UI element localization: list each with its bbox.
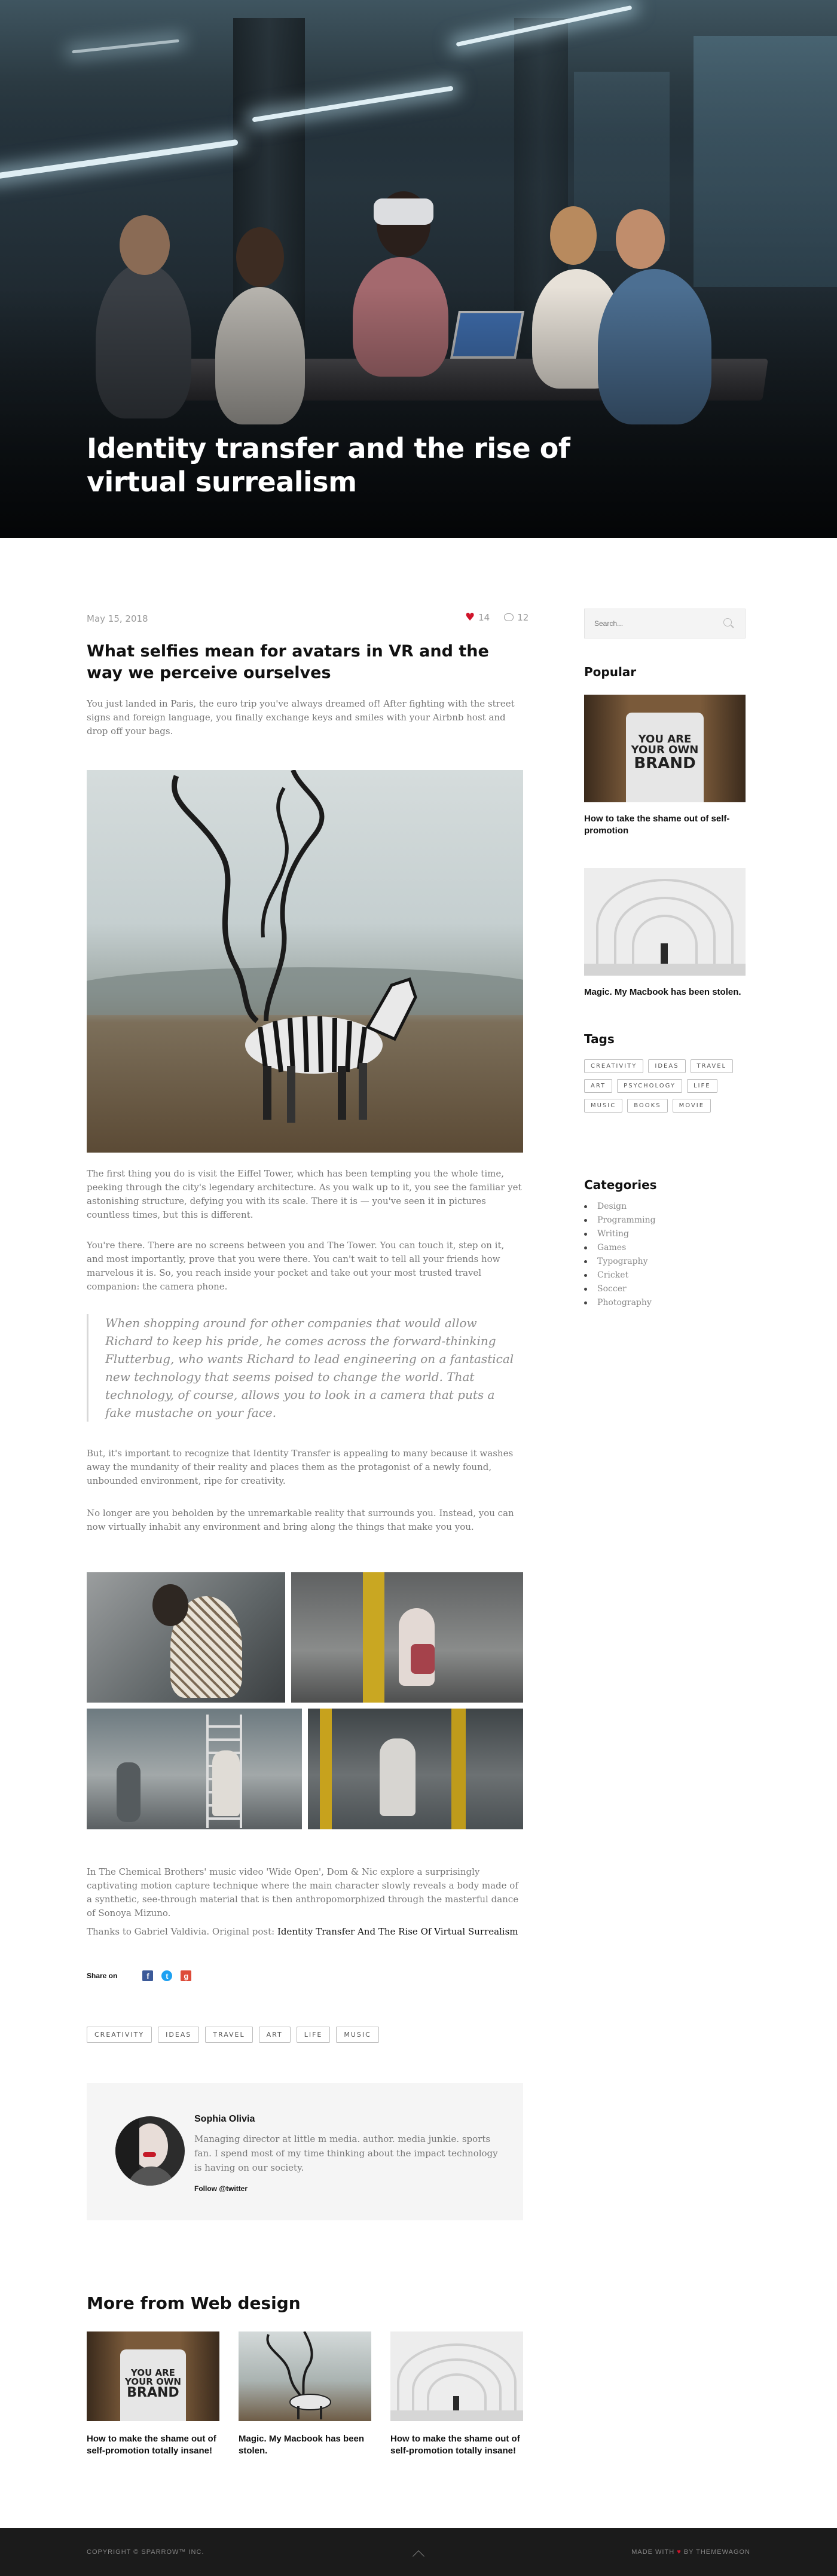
popular-heading: Popular (584, 665, 637, 679)
share-label: Share on (87, 1972, 118, 1980)
post-tag[interactable]: LIFE (296, 2027, 331, 2043)
search-input[interactable] (585, 609, 746, 638)
card-title[interactable]: How to make the shame out of self-promot… (390, 2433, 523, 2457)
post-tag[interactable]: TRAVEL (205, 2027, 253, 2043)
original-post-link[interactable]: Identity Transfer And The Rise Of Virtua… (277, 1926, 518, 1937)
popular-image: YOU ARE YOUR OWN BRAND (584, 695, 746, 802)
categories-list: Design Programming Writing Games Typogra… (584, 1200, 656, 1310)
post-tag[interactable]: MUSIC (336, 2027, 379, 2043)
sidebar-tag[interactable]: TRAVEL (690, 1059, 734, 1073)
post-paragraph-3: But, it's important to recognize that Id… (87, 1448, 514, 1486)
popular-item[interactable]: Magic. My Macbook has been stolen. (584, 868, 746, 998)
hero-title: Identity transfer and the rise of virtua… (87, 432, 570, 498)
credit-line: Thanks to Gabriel Valdivia. Original pos… (87, 1926, 523, 1937)
footer: COPYRIGHT © SPARROW™ INC. MADE WITH ♥ BY… (0, 2528, 837, 2576)
post-tag[interactable]: CREATIVITY (87, 2027, 152, 2043)
card-title[interactable]: Magic. My Macbook has been stolen. (239, 2433, 371, 2457)
sidebar-tag[interactable]: PSYCHOLOGY (617, 1079, 682, 1093)
tags-heading: Tags (584, 1032, 615, 1046)
more-card[interactable]: YOU ARE YOUR OWN BRAND How to make the s… (87, 2331, 219, 2457)
more-card[interactable]: Magic. My Macbook has been stolen. (239, 2331, 371, 2457)
category-item[interactable]: Photography (584, 1296, 656, 1310)
more-section-title: More from Web design (87, 2293, 301, 2313)
gallery-image-2[interactable] (291, 1572, 523, 1703)
popular-image (584, 868, 746, 976)
gallery-image-1[interactable] (87, 1572, 285, 1703)
category-item[interactable]: Typography (584, 1255, 656, 1269)
post-tag[interactable]: IDEAS (158, 2027, 200, 2043)
more-card[interactable]: How to make the shame out of self-promot… (390, 2331, 523, 2457)
sidebar-tag[interactable]: IDEAS (648, 1059, 686, 1073)
made-prefix: MADE WITH (631, 2549, 677, 2556)
category-item[interactable]: Games (584, 1241, 656, 1255)
hero-image: Identity transfer and the rise of virtua… (0, 0, 837, 538)
comment-icon (504, 613, 514, 621)
card-image (390, 2331, 523, 2421)
credit-prefix: Thanks to Gabriel Valdivia. Original pos… (87, 1926, 277, 1937)
sidebar-tag[interactable]: LIFE (686, 1079, 717, 1093)
category-item[interactable]: Writing (584, 1227, 656, 1241)
post-paragraph-1: The first thing you do is visit the Eiff… (87, 1168, 522, 1220)
share-bar: Share on f t g (87, 1970, 192, 1981)
category-item[interactable]: Design (584, 1200, 656, 1214)
shirt-text: BRAND (127, 2385, 179, 2400)
post-paragraph-4: No longer are you beholden by the unrema… (87, 1508, 514, 1532)
post-intro: You just landed in Paris, the euro trip … (87, 698, 515, 737)
post-paragraph-2: You're there. There are no screens betwe… (87, 1240, 505, 1292)
sidebar-tag[interactable]: MOVIE (672, 1099, 711, 1113)
category-item[interactable]: Soccer (584, 1282, 656, 1296)
post-tags: CREATIVITY IDEAS TRAVEL ART LIFE MUSIC (87, 2027, 379, 2043)
search-box (584, 609, 746, 638)
follow-link[interactable]: Follow @twitter (194, 2184, 248, 2193)
author-bio: Managing director at little m media. aut… (194, 2134, 498, 2173)
post-stats: ♥ 14 12 (465, 611, 529, 624)
gallery-image-3[interactable] (87, 1709, 302, 1829)
facebook-icon[interactable]: f (142, 1970, 154, 1981)
sidebar-tag[interactable]: ART (584, 1079, 613, 1093)
like-count: 14 (478, 612, 490, 623)
post-paragraph-5: In The Chemical Brothers' music video 'W… (87, 1866, 519, 1918)
categories-heading: Categories (584, 1178, 657, 1192)
google-plus-icon[interactable]: g (181, 1970, 192, 1981)
twitter-icon[interactable]: t (161, 1970, 173, 1981)
post-tag[interactable]: ART (258, 2027, 291, 2043)
post-subtitle: What selfies mean for avatars in VR and … (87, 642, 489, 682)
comment-button[interactable]: 12 (504, 611, 529, 624)
card-image: YOU ARE YOUR OWN BRAND (87, 2331, 219, 2421)
sidebar-tag[interactable]: MUSIC (584, 1099, 623, 1113)
popular-title[interactable]: How to take the shame out of self-promot… (584, 813, 746, 837)
made-suffix: BY THEMEWAGON (681, 2549, 750, 2556)
category-item[interactable]: Cricket (584, 1269, 656, 1282)
post-blockquote: When shopping around for other companies… (87, 1314, 523, 1422)
like-button[interactable]: ♥ 14 (465, 611, 490, 624)
author-name: Sophia Olivia (194, 2114, 255, 2124)
popular-item[interactable]: YOU ARE YOUR OWN BRAND How to take the s… (584, 695, 746, 837)
sidebar-tag[interactable]: CREATIVITY (584, 1059, 644, 1073)
author-box: Sophia Olivia Managing director at littl… (87, 2083, 523, 2220)
comment-count: 12 (517, 612, 529, 623)
back-to-top-icon[interactable] (413, 2550, 424, 2562)
popular-title[interactable]: Magic. My Macbook has been stolen. (584, 986, 746, 998)
search-icon[interactable] (723, 618, 732, 627)
category-item[interactable]: Programming (584, 1214, 656, 1227)
shirt-text: BRAND (634, 754, 696, 772)
avatar (115, 2116, 185, 2186)
heart-icon: ♥ (677, 2549, 682, 2556)
sidebar-tag[interactable]: BOOKS (627, 1099, 668, 1113)
sidebar-tags: CREATIVITY IDEAS TRAVEL ART PSYCHOLOGY L… (584, 1059, 757, 1113)
card-title[interactable]: How to make the shame out of self-promot… (87, 2433, 219, 2457)
zebra-image (87, 770, 523, 1153)
heart-icon: ♥ (465, 611, 475, 624)
card-image (239, 2331, 371, 2421)
made-with: MADE WITH ♥ BY THEMEWAGON (631, 2549, 750, 2556)
post-date: May 15, 2018 (87, 613, 148, 624)
copyright: COPYRIGHT © SPARROW™ INC. (87, 2549, 204, 2556)
gallery-image-4[interactable] (308, 1709, 523, 1829)
